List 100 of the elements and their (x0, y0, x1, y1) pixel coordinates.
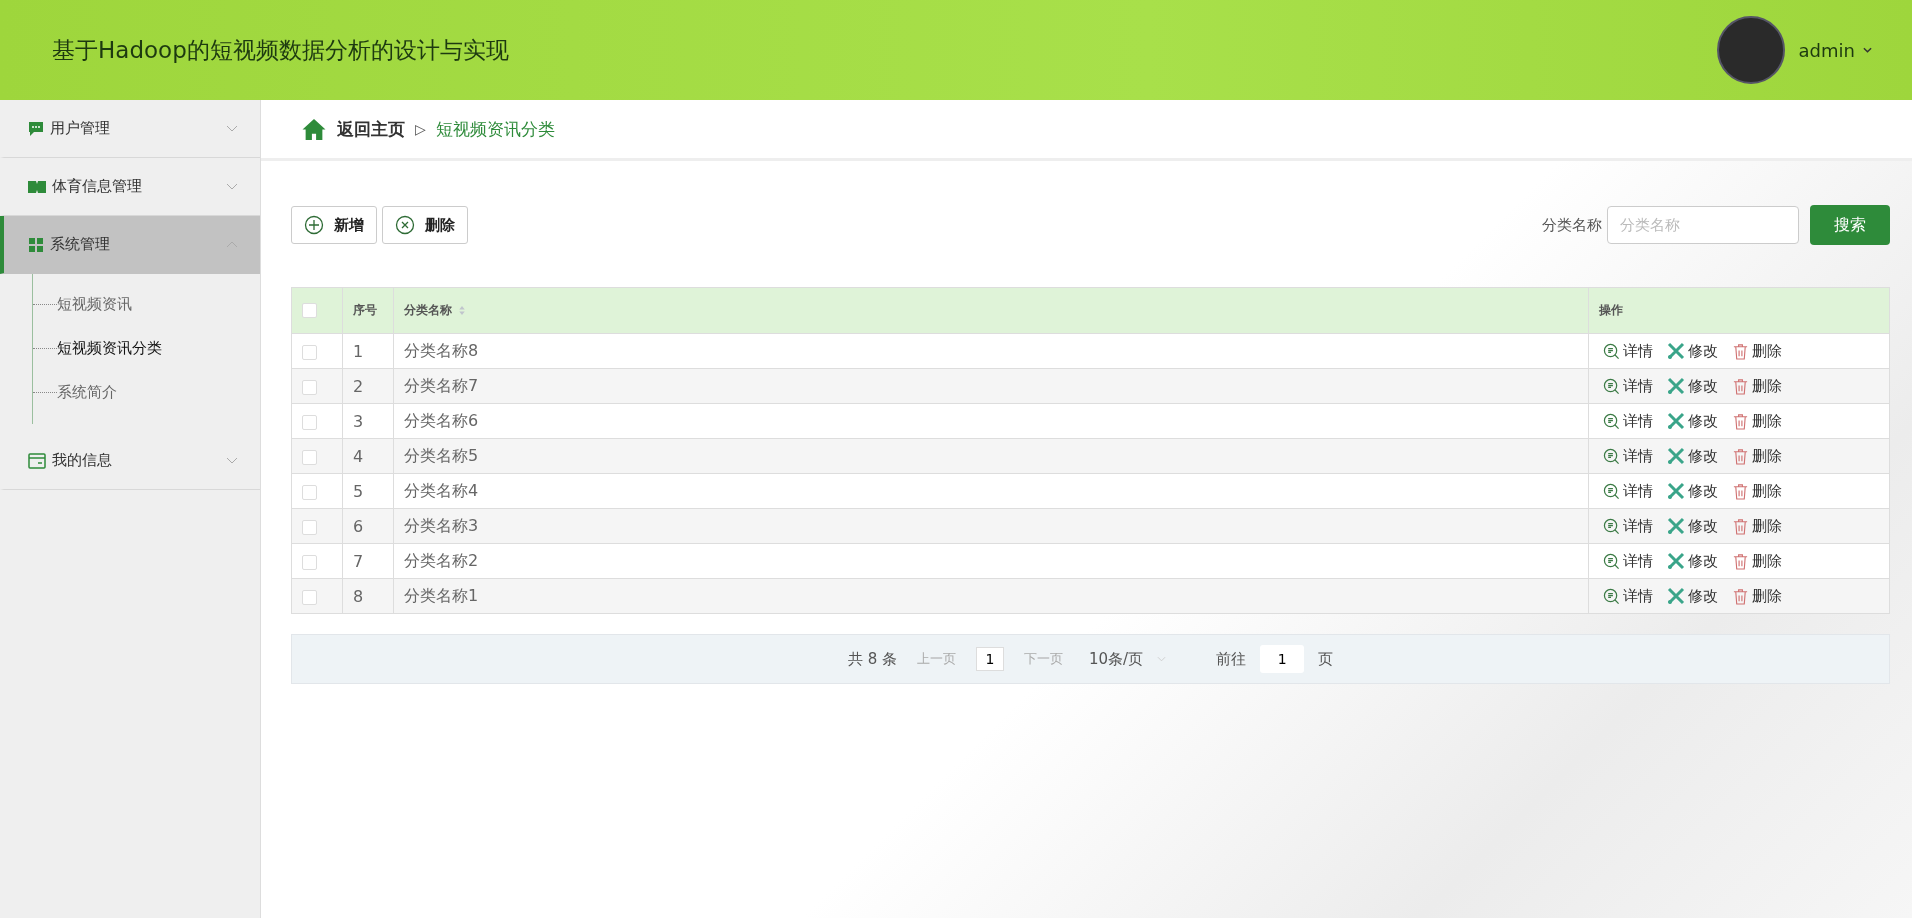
tools-icon (1667, 377, 1685, 395)
magnifier-icon (1603, 342, 1620, 360)
table-cell: 2 (353, 376, 364, 396)
trash-icon (1732, 412, 1749, 430)
search-field[interactable]: 分类名称 (1607, 206, 1799, 244)
tools-icon (1667, 482, 1685, 500)
details-link[interactable]: 详情 (1603, 586, 1653, 606)
table-cell: 1 (353, 341, 364, 361)
add-button[interactable]: 新增 (291, 206, 377, 244)
details-link[interactable]: 详情 (1603, 446, 1653, 466)
menu-item[interactable]: 我的信息 (0, 432, 260, 490)
tools-icon (1667, 342, 1685, 360)
table-cell: 3 (353, 411, 364, 431)
chevron-icon (226, 125, 238, 132)
delete-link[interactable]: 删除 (1732, 586, 1782, 606)
trash-icon (1732, 447, 1749, 465)
card-icon (28, 452, 46, 469)
column-header: 操作 (1599, 303, 1623, 317)
checkbox[interactable] (302, 484, 317, 500)
details-link[interactable]: 详情 (1603, 411, 1653, 431)
table-cell: 分类名称1 (404, 585, 479, 605)
magnifier-icon (1603, 377, 1620, 395)
edit-link[interactable]: 修改 (1667, 376, 1718, 396)
edit-link[interactable]: 修改 (1667, 516, 1718, 536)
plus-circle-icon (304, 215, 324, 235)
edit-link[interactable]: 修改 (1667, 551, 1718, 571)
site-title: 基于Hadoop的短视频数据分析的设计与实现 (52, 35, 510, 65)
trash-icon (1732, 552, 1749, 570)
trash-icon (1732, 377, 1749, 395)
delete-button[interactable]: 删除 (382, 206, 468, 244)
checkbox[interactable] (302, 449, 317, 465)
table-cell: 8 (353, 586, 364, 606)
table-cell: 分类名称8 (404, 340, 479, 360)
user-menu[interactable]: admin (1798, 39, 1872, 61)
edit-link[interactable]: 修改 (1667, 411, 1718, 431)
checkbox[interactable] (302, 589, 317, 605)
edit-link[interactable]: 修改 (1667, 586, 1718, 606)
sort-icon (458, 305, 466, 316)
magnifier-icon (1603, 447, 1620, 465)
chat-icon (28, 120, 44, 137)
table-cell: 分类名称2 (404, 550, 479, 570)
trash-icon (1732, 342, 1749, 360)
table-cell: 6 (353, 516, 364, 536)
caret-icon (1863, 47, 1872, 53)
search-button[interactable]: 搜索 (1810, 205, 1890, 245)
submenu-item[interactable]: 短视频资讯 (57, 294, 132, 314)
table-cell: 分类名称5 (404, 445, 479, 465)
magnifier-icon (1603, 552, 1620, 570)
edit-link[interactable]: 修改 (1667, 341, 1718, 361)
table-cell: 4 (353, 446, 364, 466)
details-link[interactable]: 详情 (1603, 376, 1653, 396)
checkbox[interactable] (302, 379, 317, 395)
tools-icon (1667, 447, 1685, 465)
table-cell: 分类名称3 (404, 515, 479, 535)
table-cell: 分类名称6 (404, 410, 479, 430)
tools-icon (1667, 412, 1685, 430)
submenu-item[interactable]: 短视频资讯分类 (57, 338, 162, 358)
checkbox[interactable] (302, 554, 317, 570)
edit-link[interactable]: 修改 (1667, 446, 1718, 466)
magnifier-icon (1603, 482, 1620, 500)
ticket-icon (28, 179, 46, 194)
x-circle-icon (395, 215, 415, 235)
search-label: 分类名称 (1542, 215, 1602, 235)
table-cell: 5 (353, 481, 364, 501)
details-link[interactable]: 详情 (1603, 516, 1653, 536)
page-size-select[interactable]: 10条/页 (1082, 648, 1173, 670)
delete-link[interactable]: 删除 (1732, 551, 1782, 571)
checkbox[interactable] (302, 344, 317, 360)
chevron-icon (226, 183, 238, 190)
submenu-item[interactable]: 系统简介 (57, 382, 117, 402)
details-link[interactable]: 详情 (1603, 551, 1653, 571)
menu-item[interactable]: 系统管理 (0, 216, 260, 274)
separator-glyph: ▷ (415, 121, 426, 137)
delete-link[interactable]: 删除 (1732, 376, 1782, 396)
chevron-icon (1157, 656, 1167, 662)
magnifier-icon (1603, 412, 1620, 430)
details-link[interactable]: 详情 (1603, 341, 1653, 361)
magnifier-icon (1603, 517, 1620, 535)
delete-link[interactable]: 删除 (1732, 341, 1782, 361)
table-cell: 7 (353, 551, 364, 571)
delete-link[interactable]: 删除 (1732, 446, 1782, 466)
menu-item[interactable]: 用户管理 (0, 100, 260, 158)
checkbox[interactable] (302, 303, 317, 318)
edit-link[interactable]: 修改 (1667, 481, 1718, 501)
checkbox[interactable] (302, 414, 317, 430)
home-link[interactable]: 返回主页 (337, 117, 405, 141)
details-link[interactable]: 详情 (1603, 481, 1653, 501)
tools-icon (1667, 517, 1685, 535)
chevron-icon (226, 457, 238, 464)
column-header[interactable]: 分类名称 (404, 302, 466, 319)
page-unit-label: 页 (1318, 649, 1334, 669)
tools-icon (1667, 552, 1685, 570)
delete-link[interactable]: 删除 (1732, 411, 1782, 431)
trash-icon (1732, 482, 1749, 500)
page-number[interactable]: 1 (975, 647, 1004, 671)
magnifier-icon (1603, 587, 1620, 605)
delete-link[interactable]: 删除 (1732, 516, 1782, 536)
goto-page-field[interactable]: 1 (1260, 645, 1305, 673)
delete-link[interactable]: 删除 (1732, 481, 1782, 501)
checkbox[interactable] (302, 519, 317, 535)
